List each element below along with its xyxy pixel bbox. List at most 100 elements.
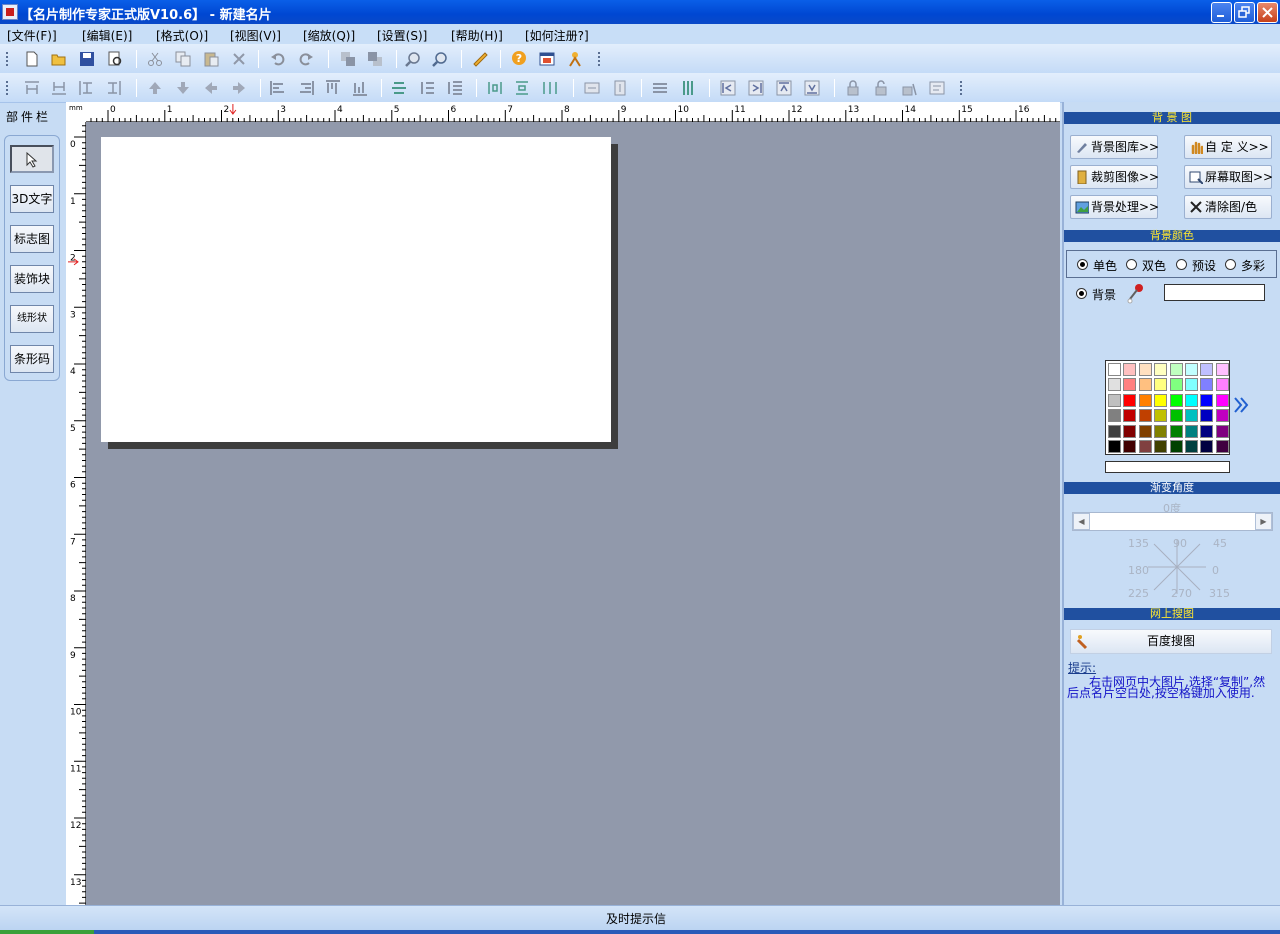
paragraph-spacing-icon[interactable]: [447, 80, 463, 96]
barcode-button[interactable]: 条形码: [10, 345, 54, 373]
stack-vertical-icon[interactable]: [680, 80, 696, 96]
undo-icon[interactable]: [270, 51, 286, 67]
palette-swatch[interactable]: [1154, 393, 1168, 407]
menu-zoom[interactable]: [缩放(Q)]: [303, 27, 355, 44]
palette-swatch[interactable]: [1123, 363, 1137, 376]
zoom-in-icon[interactable]: [405, 51, 421, 67]
palette-swatch[interactable]: [1169, 409, 1183, 423]
palette-swatch[interactable]: [1108, 363, 1121, 376]
palette-swatch[interactable]: [1185, 409, 1198, 423]
same-height-icon[interactable]: [612, 80, 628, 96]
snap-top-icon[interactable]: [776, 80, 792, 96]
palette-swatch[interactable]: [1200, 363, 1214, 376]
baidu-search-button[interactable]: 百度搜图: [1070, 629, 1272, 654]
palette-swatch[interactable]: [1123, 424, 1137, 438]
same-width-icon[interactable]: [584, 80, 600, 96]
cut-icon[interactable]: [147, 51, 163, 67]
logo-image-button[interactable]: 标志图: [10, 225, 54, 253]
toolbar-overflow[interactable]: [598, 52, 601, 66]
palette-swatch[interactable]: [1138, 440, 1152, 453]
palette-swatch[interactable]: [1169, 440, 1183, 453]
align-top-icon[interactable]: [325, 80, 341, 96]
palette-swatch[interactable]: [1108, 424, 1121, 438]
color-palette[interactable]: [1105, 360, 1230, 455]
move-down-icon[interactable]: [175, 80, 191, 96]
palette-swatch[interactable]: [1138, 378, 1152, 392]
print-preview-icon[interactable]: [107, 51, 123, 67]
minimize-button[interactable]: [1211, 2, 1232, 23]
radio-background-target[interactable]: [1076, 288, 1087, 299]
palette-swatch[interactable]: [1185, 378, 1198, 392]
new-file-icon[interactable]: [24, 51, 40, 67]
copy-icon[interactable]: [175, 51, 191, 67]
palette-swatch[interactable]: [1200, 409, 1214, 423]
align-top-edge-icon[interactable]: [24, 80, 40, 96]
user-register-icon[interactable]: [567, 51, 583, 67]
business-card[interactable]: [101, 137, 611, 442]
paste-icon[interactable]: [203, 51, 219, 67]
delete-icon[interactable]: [231, 51, 247, 67]
center-horizontal-icon[interactable]: [391, 80, 407, 96]
palette-swatch[interactable]: [1138, 393, 1152, 407]
3d-text-button[interactable]: 3D文字: [10, 185, 54, 213]
redo-icon[interactable]: [298, 51, 314, 67]
menu-help[interactable]: [帮助(H)]: [451, 27, 503, 44]
palette-swatch[interactable]: [1123, 378, 1137, 392]
palette-swatch[interactable]: [1169, 424, 1183, 438]
palette-swatch[interactable]: [1123, 409, 1137, 423]
palette-swatch[interactable]: [1138, 409, 1152, 423]
snap-left-icon[interactable]: [720, 80, 736, 96]
bring-forward-icon[interactable]: [340, 51, 356, 67]
lock-icon[interactable]: [845, 80, 861, 96]
menu-edit[interactable]: [编辑(E)]: [82, 27, 132, 44]
palette-swatch[interactable]: [1185, 363, 1198, 376]
menu-view[interactable]: [视图(V)]: [230, 27, 281, 44]
save-icon[interactable]: [79, 51, 95, 67]
radio-two-color[interactable]: [1126, 259, 1137, 270]
properties-icon[interactable]: [929, 80, 945, 96]
background-processing-button[interactable]: 背景处理>>: [1070, 195, 1159, 219]
slider-right-arrow[interactable]: ▶: [1255, 513, 1272, 530]
color-picker-pin-icon[interactable]: [1126, 282, 1146, 304]
radio-multicolor[interactable]: [1225, 259, 1236, 270]
snap-bottom-icon[interactable]: [804, 80, 820, 96]
distribute-vertical-icon[interactable]: [514, 80, 530, 96]
palette-swatch[interactable]: [1138, 363, 1152, 376]
palette-swatch[interactable]: [1169, 378, 1183, 392]
stack-horizontal-icon[interactable]: [652, 80, 668, 96]
vertical-ruler[interactable]: 0 1 2 3 4 5 6 7 8 9 10 11 12 13: [66, 122, 86, 905]
distribute-even-icon[interactable]: [542, 80, 558, 96]
radio-single-color[interactable]: [1077, 259, 1088, 270]
palette-swatch[interactable]: [1138, 424, 1152, 438]
snap-right-icon[interactable]: [748, 80, 764, 96]
move-left-icon[interactable]: [203, 80, 219, 96]
align-bottom-edge-icon[interactable]: [51, 80, 67, 96]
background-library-button[interactable]: 背景图库>>: [1070, 135, 1159, 159]
line-shape-button[interactable]: 线形状: [10, 305, 54, 333]
toolbar-grip[interactable]: [6, 52, 9, 66]
palette-swatch[interactable]: [1185, 440, 1198, 453]
color-value-field[interactable]: [1164, 284, 1265, 301]
radio-preset[interactable]: [1176, 259, 1187, 270]
palette-swatch[interactable]: [1200, 378, 1214, 392]
align-left-edge-icon[interactable]: [78, 80, 94, 96]
crop-image-button[interactable]: 裁剪图像>>: [1070, 165, 1159, 189]
select-tool-button[interactable]: [10, 145, 54, 173]
gradient-angle-slider[interactable]: ◀ ▶: [1072, 512, 1273, 531]
move-right-icon[interactable]: [231, 80, 247, 96]
palette-swatch[interactable]: [1108, 409, 1121, 423]
palette-swatch[interactable]: [1215, 409, 1229, 423]
align-bottom-icon[interactable]: [352, 80, 368, 96]
palette-swatch[interactable]: [1123, 440, 1137, 453]
palette-swatch[interactable]: [1154, 424, 1168, 438]
lock-all-icon[interactable]: [901, 80, 917, 96]
palette-swatch[interactable]: [1215, 440, 1229, 453]
palette-swatch[interactable]: [1185, 424, 1198, 438]
app-icon[interactable]: [2, 4, 18, 20]
maximize-button[interactable]: [1234, 2, 1255, 23]
menu-file[interactable]: [文件(F)]: [7, 27, 57, 44]
palette-swatch[interactable]: [1108, 440, 1121, 453]
line-spacing-icon[interactable]: [419, 80, 435, 96]
palette-swatch[interactable]: [1215, 363, 1229, 376]
palette-swatch[interactable]: [1123, 393, 1137, 407]
